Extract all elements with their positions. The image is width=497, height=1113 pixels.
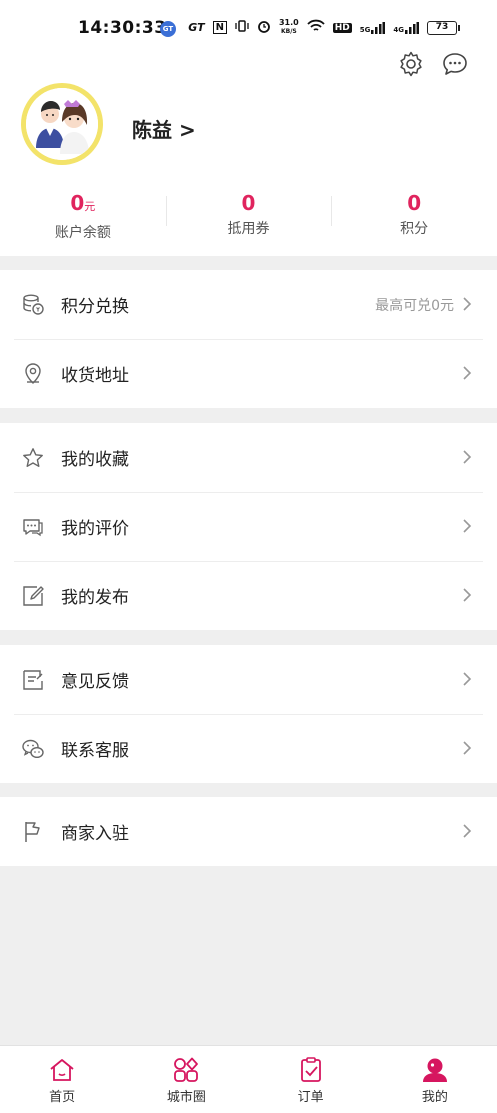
tab-label: 城市圈 [166, 1090, 206, 1105]
tab-label: 首页 [49, 1090, 76, 1105]
menu-item-label: 我的发布 [61, 588, 129, 608]
menu-group-points: 积分兑换 最高可兑0元 收货地址 [0, 270, 497, 408]
chevron-right-icon [463, 366, 472, 380]
tab-label: 订单 [297, 1090, 324, 1105]
stat-label: 积分 [400, 221, 429, 237]
message-icon[interactable] [441, 50, 469, 82]
edit-icon [21, 584, 45, 608]
feedback-icon [21, 668, 45, 692]
menu-group-support: 意见反馈 联系客服 [0, 645, 497, 783]
menu-group-mine: 我的收藏 我的评价 我的发布 [0, 423, 497, 630]
order-icon [300, 1057, 321, 1082]
stat-value: 0 [70, 191, 85, 215]
menu-item-merchant-join[interactable]: 商家入驻 [0, 797, 497, 866]
stat-unit: 元 [84, 200, 96, 213]
username-link[interactable]: 陈益 > [132, 114, 196, 143]
menu-item-hint: 最高可兑0元 [375, 297, 454, 314]
stat-balance[interactable]: 0元 账户余额 [0, 190, 166, 246]
stat-points[interactable]: 0 积分 [331, 190, 497, 246]
menu-item-posts[interactable]: 我的发布 [0, 561, 497, 630]
status-bar: 14:30:33 GT GT N 31.0 KB/S HD 5G 4G 73 [0, 0, 497, 50]
menu-item-label: 联系客服 [61, 741, 129, 761]
tab-orders[interactable]: 订单 [249, 1046, 373, 1113]
status-icons: GT N 31.0 KB/S HD 5G 4G 73 [188, 19, 460, 36]
app-notification-icon: GT [160, 21, 176, 37]
stat-label: 账户余额 [54, 225, 111, 241]
menu-item-reviews[interactable]: 我的评价 [0, 492, 497, 561]
signal-4g-icon: 4G [393, 21, 419, 34]
net-speed-value: 31.0 [278, 18, 299, 27]
location-pin-icon [21, 362, 45, 386]
menu-group-merchant: 商家入驻 [0, 797, 497, 866]
menu-item-points-exchange[interactable]: 积分兑换 最高可兑0元 [0, 270, 497, 339]
carrier-tag: GT [188, 21, 205, 34]
chevron-right-icon [463, 588, 472, 602]
battery-icon: 73 [427, 20, 460, 35]
menu-item-customer-service[interactable]: 联系客服 [0, 714, 497, 783]
menu-item-label: 积分兑换 [61, 297, 129, 317]
menu-item-label: 我的评价 [61, 519, 129, 539]
city-circle-icon [174, 1057, 199, 1082]
menu-item-label: 我的收藏 [61, 450, 129, 470]
tab-home[interactable]: 首页 [0, 1046, 124, 1113]
menu-item-favorites[interactable]: 我的收藏 [0, 423, 497, 492]
avatar-illustration [26, 88, 98, 160]
wechat-icon [21, 737, 45, 761]
chevron-right-icon [463, 672, 472, 686]
star-icon [21, 446, 45, 470]
chevron-right-icon [463, 519, 472, 533]
net-speed: 31.0 KB/S [279, 19, 299, 36]
chevron-right-icon [463, 297, 472, 311]
header-actions [397, 50, 469, 82]
menu-item-label: 收货地址 [61, 366, 129, 386]
chevron-right-icon [463, 824, 472, 838]
tab-city-circle[interactable]: 城市圈 [124, 1046, 248, 1113]
stat-value: 0 [241, 191, 256, 215]
menu-item-address[interactable]: 收货地址 [0, 339, 497, 408]
menu-item-label: 商家入驻 [61, 824, 129, 844]
wifi-icon [307, 19, 325, 36]
stats-row: 0元 账户余额 0 抵用券 0 积分 [0, 190, 497, 246]
flag-icon [21, 820, 45, 844]
tab-label: 我的 [421, 1090, 448, 1105]
vibrate-icon [235, 19, 249, 36]
alarm-icon [257, 19, 271, 36]
signal-5g-icon: 5G [360, 21, 386, 34]
user-icon [422, 1058, 447, 1082]
bottom-tab-bar: 首页 城市圈 订单 我的 [0, 1045, 497, 1113]
menu-item-label: 意见反馈 [61, 672, 129, 692]
avatar[interactable] [21, 83, 103, 165]
nfc-icon: N [212, 21, 227, 34]
menu-item-feedback[interactable]: 意见反馈 [0, 645, 497, 714]
coins-icon [21, 293, 45, 317]
status-time: 14:30:33 [78, 18, 167, 38]
chevron-right-icon [463, 450, 472, 464]
tab-mine[interactable]: 我的 [373, 1046, 497, 1113]
hd-badge: HD [332, 22, 352, 33]
stat-label: 抵用券 [227, 221, 270, 237]
chevron-right-icon [463, 741, 472, 755]
profile-header: 陈益 > 0元 账户余额 0 抵用券 0 积分 [0, 50, 497, 256]
home-icon [50, 1059, 74, 1081]
comment-icon [21, 515, 45, 539]
stat-coupons[interactable]: 0 抵用券 [165, 190, 332, 246]
net-speed-unit: KB/S [280, 28, 297, 35]
gear-icon[interactable] [397, 50, 425, 82]
stat-value: 0 [407, 191, 422, 215]
